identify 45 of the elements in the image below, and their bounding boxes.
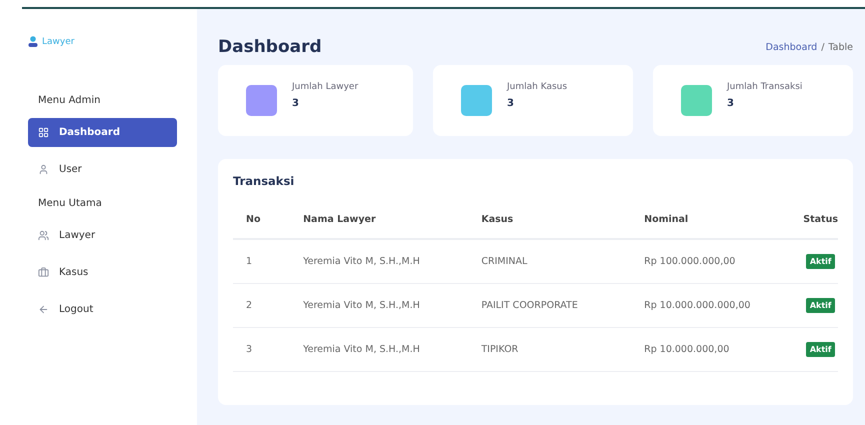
- breadcrumb-current: Table: [828, 42, 853, 52]
- table-cell: CRIMINAL: [481, 256, 528, 267]
- table-cell: 1: [246, 256, 252, 267]
- table-cell: 3: [246, 344, 252, 355]
- brand-name: Lawyer: [42, 36, 74, 46]
- column-header: No: [233, 214, 290, 239]
- briefcase-icon: [38, 267, 49, 278]
- user-icon: [38, 164, 49, 175]
- table-cell: Yeremia Vito M, S.H.,M.H: [303, 344, 420, 355]
- status-badge: Aktif: [806, 298, 836, 313]
- table-title: Transaksi: [233, 174, 296, 188]
- column-header: Nominal: [631, 214, 790, 239]
- status-badge: Aktif: [806, 254, 836, 269]
- stat-label: Jumlah Lawyer: [292, 82, 358, 92]
- grid-icon: [38, 127, 49, 138]
- page-title: Dashboard: [218, 37, 322, 57]
- status-badge: Aktif: [806, 342, 836, 357]
- sidebar-item[interactable]: Logout: [28, 295, 177, 324]
- table-cell: 2: [246, 300, 252, 311]
- table-cell: Rp 10.000.000.000,00: [644, 300, 750, 311]
- arrow-left-icon: [38, 304, 49, 315]
- column-header: Nama Lawyer: [290, 214, 468, 239]
- table-cell: Yeremia Vito M, S.H.,M.H: [303, 300, 420, 311]
- users-icon: [38, 230, 49, 241]
- stat-label: Jumlah Kasus: [507, 82, 568, 92]
- column-header: Kasus: [468, 214, 632, 239]
- table-cell: Yeremia Vito M, S.H.,M.H: [303, 256, 420, 267]
- stat-value: 3: [507, 98, 515, 109]
- table-cell: PAILIT COORPORATE: [481, 300, 578, 311]
- stat-value: 3: [727, 98, 735, 109]
- table-cell: TIPIKOR: [481, 344, 518, 355]
- menu-section-label: Menu Admin: [37, 94, 102, 108]
- menu-section-label: Menu Utama: [37, 197, 103, 211]
- sidebar-item[interactable]: Lawyer: [28, 221, 177, 250]
- stat-label: Jumlah Transaksi: [727, 82, 802, 92]
- sidebar-item[interactable]: Kasus: [28, 258, 177, 287]
- breadcrumb-link[interactable]: Dashboard: [766, 42, 818, 52]
- sidebar-item[interactable]: Dashboard: [28, 118, 177, 147]
- breadcrumb-separator: /: [821, 42, 824, 52]
- sidebar-item[interactable]: User: [28, 155, 177, 184]
- stat-value: 3: [292, 98, 300, 109]
- table-cell: Rp 100.000.000,00: [644, 256, 736, 267]
- person-icon: [28, 36, 38, 47]
- column-header: Status: [790, 214, 838, 239]
- table-cell: Rp 10.000.000,00: [644, 344, 730, 355]
